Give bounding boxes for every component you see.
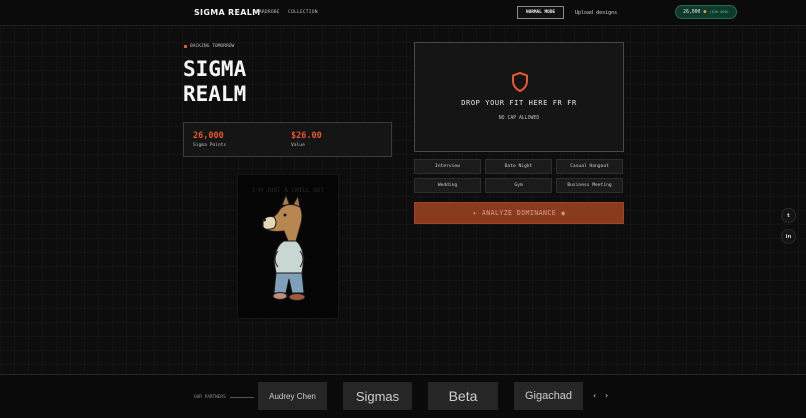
stat-value-label: Value [291, 143, 305, 148]
partner-beta[interactable]: Beta [428, 382, 498, 410]
nav-wardrobe[interactable]: WARDROBE [256, 10, 280, 15]
stat-value-amount: $26.00 [291, 131, 322, 141]
stat-points-label: Sigma Points [193, 143, 227, 148]
partner-sigmas[interactable]: Sigmas [343, 382, 412, 410]
analyze-label: ANALYZE DOMINANCE [481, 209, 557, 217]
linkedin-icon[interactable]: in [781, 229, 796, 244]
title-line-1: SIGMA [183, 57, 247, 81]
points-balance-pill[interactable]: 26,000 ● ($26.000) [675, 5, 737, 19]
tag-dot-icon [184, 45, 187, 48]
partners-divider [229, 397, 254, 398]
normal-mode-button[interactable]: NORMAL MODE [517, 6, 564, 19]
occasion-interview-button[interactable]: Interview [414, 159, 481, 174]
backing-tag: BACKING TOMORROW [184, 44, 234, 49]
analyze-dominance-button[interactable]: ✦ ANALYZE DOMINANCE ◉ [414, 202, 624, 224]
drop-zone-subtitle: NO CAP ALLOWED [498, 116, 540, 121]
outfit-drop-zone[interactable]: DROP YOUR FIT HERE FR FR NO CAP ALLOWED [414, 42, 624, 152]
tag-label: BACKING TOMORROW [190, 44, 235, 49]
chill-guy-illustration [262, 193, 306, 301]
partners-label: OUR PARTNERS [194, 395, 254, 400]
stat-points: 26,000 Sigma Points [193, 131, 226, 148]
partners-label-text: OUR PARTNERS [194, 395, 226, 400]
nft-card[interactable]: I'M JUST A CHILL GUY [237, 174, 339, 319]
twitter-icon[interactable]: t [781, 208, 796, 223]
stats-panel: 26,000 Sigma Points $26.00 Value [183, 122, 392, 157]
page-title: SIGMA REALM [183, 57, 246, 107]
chevron-right-icon[interactable]: › [605, 391, 608, 400]
stat-points-value: 26,000 [193, 131, 224, 141]
title-line-2: REALM [183, 82, 247, 106]
partners-footer: OUR PARTNERS Audrey Chen Sigmas Beta Gig… [0, 374, 806, 418]
shield-icon [512, 72, 528, 92]
occasion-business-meeting-button[interactable]: Business Meeting [556, 178, 623, 193]
points-usd-value: ($26.000) [709, 10, 729, 14]
drop-zone-title: DROP YOUR FIT HERE FR FR [461, 99, 577, 107]
wand-icon: ✦ [472, 209, 477, 217]
top-nav-bar: SIGMA REALM WARDROBE COLLECTION NORMAL M… [0, 0, 806, 26]
occasion-gym-button[interactable]: Gym [485, 178, 552, 193]
occasion-casual-hangout-button[interactable]: Casual Hangout [556, 159, 623, 174]
partner-gigachad[interactable]: Gigachad [514, 382, 583, 410]
lock-icon: ◉ [561, 209, 566, 217]
chevron-left-icon[interactable]: ‹ [593, 391, 596, 400]
partner-audrey-chen[interactable]: Audrey Chen [258, 382, 327, 410]
stat-value: $26.00 Value [291, 131, 322, 148]
logo[interactable]: SIGMA REALM [194, 8, 260, 17]
fire-icon: ● [703, 9, 707, 15]
upload-designs-link[interactable]: Upload designs [575, 10, 617, 16]
nav-collection[interactable]: COLLECTION [288, 10, 318, 15]
points-value: 26,000 [683, 9, 701, 15]
occasion-wedding-button[interactable]: Wedding [414, 178, 481, 193]
occasion-date-night-button[interactable]: Date Night [485, 159, 552, 174]
